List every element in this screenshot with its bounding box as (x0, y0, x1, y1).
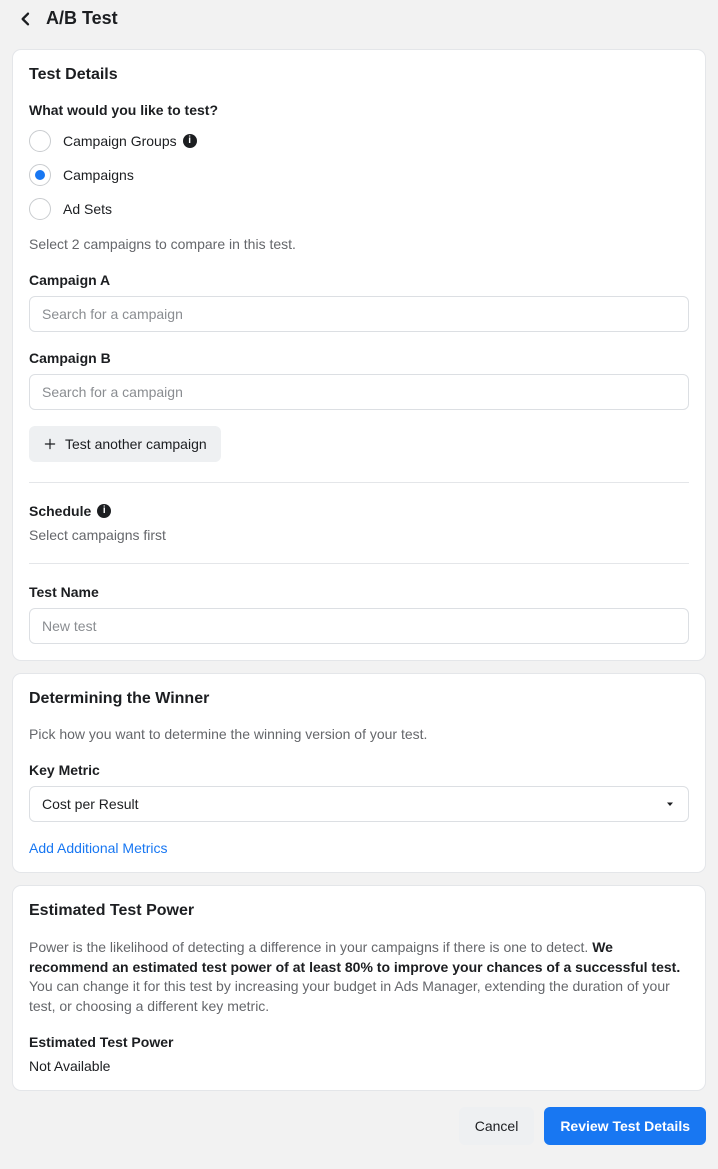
radio-icon (29, 198, 51, 220)
power-value: Not Available (29, 1058, 689, 1074)
radio-icon (29, 130, 51, 152)
info-icon[interactable]: i (183, 134, 197, 148)
power-card: Estimated Test Power Power is the likeli… (12, 885, 706, 1091)
info-icon[interactable]: i (97, 504, 111, 518)
campaign-b-input[interactable] (29, 374, 689, 410)
radio-campaigns[interactable]: Campaigns (29, 164, 689, 186)
key-metric-value: Cost per Result (42, 796, 138, 812)
cancel-button[interactable]: Cancel (459, 1107, 535, 1145)
test-name-label: Test Name (29, 584, 689, 600)
radio-label: Campaign Groups i (63, 133, 197, 149)
radio-icon (29, 164, 51, 186)
test-details-heading: Test Details (29, 66, 689, 84)
power-label: Estimated Test Power (29, 1034, 689, 1050)
radio-ad-sets[interactable]: Ad Sets (29, 198, 689, 220)
schedule-label: Schedule i (29, 503, 689, 519)
add-another-campaign-label: Test another campaign (65, 436, 207, 452)
test-details-card: Test Details What would you like to test… (12, 49, 706, 661)
what-to-test-label: What would you like to test? (29, 102, 689, 118)
back-chevron-icon[interactable] (18, 11, 34, 27)
divider (29, 563, 689, 564)
radio-campaign-groups[interactable]: Campaign Groups i (29, 130, 689, 152)
winner-card: Determining the Winner Pick how you want… (12, 673, 706, 873)
power-description: Power is the likelihood of detecting a d… (29, 938, 689, 1016)
campaign-b-label: Campaign B (29, 350, 689, 366)
radio-label: Ad Sets (63, 201, 112, 217)
winner-description: Pick how you want to determine the winni… (29, 726, 689, 742)
campaign-a-label: Campaign A (29, 272, 689, 288)
winner-heading: Determining the Winner (29, 690, 689, 708)
power-heading: Estimated Test Power (29, 902, 689, 920)
selection-instruction: Select 2 campaigns to compare in this te… (29, 236, 689, 252)
plus-icon (43, 437, 57, 451)
add-another-campaign-button[interactable]: Test another campaign (29, 426, 221, 462)
test-name-input[interactable] (29, 608, 689, 644)
campaign-a-input[interactable] (29, 296, 689, 332)
key-metric-label: Key Metric (29, 762, 689, 778)
page-title: A/B Test (46, 8, 118, 29)
key-metric-select[interactable]: Cost per Result (29, 786, 689, 822)
radio-label: Campaigns (63, 167, 134, 183)
add-additional-metrics-link[interactable]: Add Additional Metrics (29, 840, 168, 856)
caret-down-icon (664, 798, 676, 810)
schedule-hint: Select campaigns first (29, 527, 689, 543)
review-test-details-button[interactable]: Review Test Details (544, 1107, 706, 1145)
divider (29, 482, 689, 483)
